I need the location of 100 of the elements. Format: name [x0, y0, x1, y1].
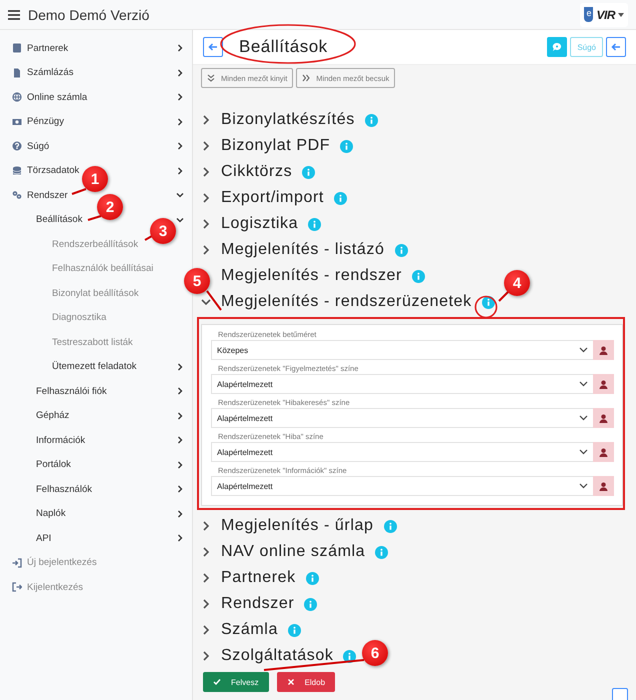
chevron-down-icon	[176, 216, 184, 224]
user-button[interactable]	[593, 340, 614, 360]
info-icon[interactable]	[482, 296, 495, 308]
user-button[interactable]	[593, 408, 614, 428]
chevron-right-icon	[176, 362, 184, 371]
contact-card-icon	[12, 43, 22, 54]
chevron-down-icon	[579, 449, 588, 455]
callout-number: 4	[504, 270, 530, 296]
user-icon	[599, 346, 608, 354]
chevron-right-icon[interactable]	[201, 599, 211, 609]
globe-icon	[12, 92, 22, 102]
section-title[interactable]: Partnerek	[221, 569, 296, 587]
section-title[interactable]: Cikktörzs	[221, 163, 292, 181]
chevron-right-icon[interactable]	[201, 115, 211, 125]
sidebar-item[interactable]: Súgó	[27, 140, 50, 152]
section-title[interactable]: Logisztika	[221, 215, 298, 233]
logo[interactable]: e VIR	[580, 2, 628, 26]
user-icon	[599, 380, 608, 388]
chevron-down-icon	[579, 415, 588, 421]
select-field[interactable]: Alapértelmezett	[211, 442, 593, 462]
chevron-right-icon[interactable]	[201, 651, 211, 661]
back-button[interactable]	[203, 37, 223, 57]
double-chevron-right-icon	[302, 74, 310, 82]
chevron-right-icon[interactable]	[201, 167, 211, 177]
close-icon	[286, 678, 295, 686]
discard-button[interactable]: Eldob	[276, 672, 336, 692]
section-title[interactable]: Bizonylat PDF	[221, 137, 330, 155]
section-title[interactable]: Export/import	[221, 189, 324, 207]
chevron-right-icon[interactable]	[201, 245, 211, 255]
document-icon	[12, 68, 22, 78]
chevron-down-icon[interactable]	[201, 297, 211, 307]
section-title[interactable]: Szolgáltatások	[221, 647, 334, 665]
chevron-right-icon	[176, 387, 184, 396]
select-field[interactable]: Alapértelmezett	[211, 374, 593, 394]
section-title[interactable]: Megjelenítés - rendszer	[221, 267, 402, 285]
chevron-right-icon	[176, 142, 184, 150]
database-icon	[12, 166, 22, 176]
select-field[interactable]: Alapértelmezett	[211, 408, 593, 428]
section-title[interactable]: Számla	[221, 621, 278, 639]
menu-icon[interactable]	[8, 10, 20, 20]
chevron-right-icon[interactable]	[201, 193, 211, 203]
back-button[interactable]	[606, 37, 626, 57]
chevron-right-icon	[176, 436, 184, 444]
arrow-left-icon	[208, 42, 218, 52]
chevron-right-icon	[176, 93, 184, 102]
sidebar-item[interactable]: Ütemezett feladatok	[52, 361, 136, 372]
gears-icon	[12, 190, 22, 200]
chevron-right-icon	[176, 68, 184, 77]
chevron-right-icon	[176, 118, 184, 126]
select-field[interactable]: Közepes	[211, 340, 593, 360]
section-title[interactable]: Megjelenítés - űrlap	[221, 517, 374, 535]
scroll-top-button[interactable]	[612, 688, 628, 700]
user-button[interactable]	[593, 476, 614, 496]
sidebar-item[interactable]: Beállítások	[36, 214, 82, 226]
chevron-right-icon	[176, 485, 184, 494]
chevron-right-icon[interactable]	[201, 219, 211, 229]
section-title[interactable]: Bizonylatkészítés	[221, 111, 355, 129]
check-icon	[213, 678, 221, 686]
app-title: Demo Demó Verzió	[28, 6, 150, 22]
chevron-down-icon	[579, 483, 588, 489]
double-chevron-down-icon	[207, 74, 215, 82]
chevron-right-icon[interactable]	[201, 141, 211, 151]
info-icon[interactable]	[343, 650, 356, 662]
section-title[interactable]: Rendszer	[221, 595, 294, 613]
chat-icon	[552, 42, 562, 52]
chevron-right-icon[interactable]	[201, 521, 211, 531]
sidebar-item[interactable]: Pénzügy	[27, 116, 64, 128]
chevron-right-icon[interactable]	[201, 625, 211, 635]
logout-icon	[12, 582, 22, 592]
chevron-down-icon	[579, 347, 588, 353]
sidebar-item[interactable]: Rendszer	[27, 190, 68, 201]
sidebar-item[interactable]: Számlázás	[27, 67, 74, 78]
user-button[interactable]	[593, 374, 614, 394]
sidebar-item[interactable]: Naplók	[36, 508, 66, 520]
chevron-right-icon[interactable]	[201, 573, 211, 583]
sidebar-item[interactable]: Online számla	[27, 92, 88, 103]
chevron-right-icon[interactable]	[201, 547, 211, 557]
section-title[interactable]: Megjelenítés - rendszerüzenetek	[221, 293, 472, 311]
sidebar-item[interactable]: Felhasználók	[36, 484, 92, 495]
chevron-down-icon	[579, 381, 588, 387]
save-button[interactable]: Felvesz	[203, 672, 269, 692]
money-icon	[12, 116, 22, 127]
login-icon	[12, 558, 22, 568]
chevron-down-icon	[176, 191, 184, 200]
chevron-right-icon	[176, 166, 184, 175]
sidebar-item[interactable]: Felhasználói fiók	[36, 386, 107, 397]
chevron-right-icon	[176, 460, 184, 469]
sidebar-item[interactable]: Információk	[36, 434, 86, 446]
sidebar-item[interactable]: Portálok	[36, 459, 71, 470]
sidebar-item[interactable]: Partnerek	[27, 42, 68, 54]
section-title[interactable]: NAV online számla	[221, 543, 366, 561]
question-icon	[12, 141, 22, 152]
sidebar-item[interactable]: Törzsadatok	[27, 165, 80, 176]
select-field[interactable]: Alapértelmezett	[211, 476, 593, 496]
sidebar-item[interactable]: Gépház	[36, 410, 70, 422]
user-button[interactable]	[593, 442, 614, 462]
sidebar-item[interactable]: API	[36, 532, 52, 544]
user-icon	[599, 482, 608, 490]
section-title[interactable]: Megjelenítés - listázó	[221, 241, 384, 259]
chevron-right-icon	[176, 510, 184, 518]
